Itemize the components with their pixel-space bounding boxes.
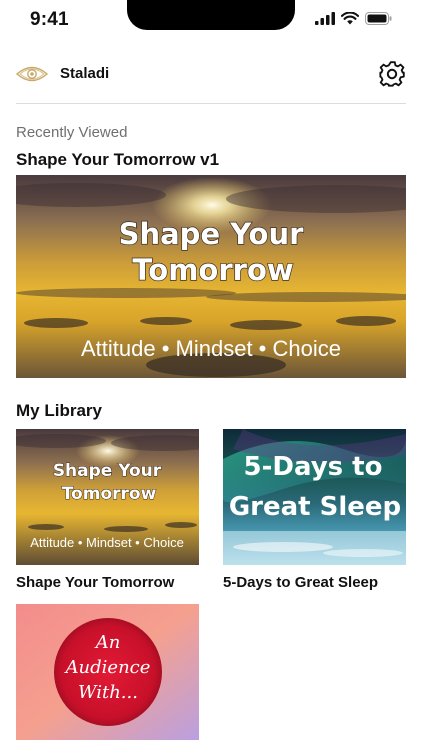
app-name: Staladi [60, 65, 110, 82]
cellular-signal-icon [315, 12, 335, 25]
thumb-title-line1: 5-Days to [244, 452, 383, 482]
recently-viewed-caption: Recently Viewed [16, 124, 128, 141]
library-item-shape-your-tomorrow[interactable]: Shape Your Tomorrow Attitude • Mindset •… [16, 429, 199, 591]
device-notch [127, 0, 295, 30]
recently-viewed-title: Shape Your Tomorrow v1 [16, 150, 220, 169]
library-thumbnail: Shape Your Tomorrow Attitude • Mindset •… [16, 429, 199, 565]
library-thumbnail: 5-Days to Great Sleep [223, 429, 406, 565]
hero-tagline: Attitude • Mindset • Choice [81, 336, 341, 361]
thumb-title-line1: An [94, 632, 121, 653]
library-item-5-days-to-great-sleep[interactable]: 5-Days to Great Sleep 5-Days to Great Sl… [223, 429, 406, 591]
library-thumbnail: An Audience With... [16, 604, 199, 740]
library-item-label: Shape Your Tomorrow [16, 574, 175, 591]
thumb-title-line2: Audience [64, 657, 151, 678]
status-time: 9:41 [30, 9, 69, 30]
hero-title-line2: Tomorrow [132, 253, 293, 287]
hero-title-line1: Shape Your [119, 217, 305, 251]
thumb-title-line3: With... [78, 682, 138, 703]
wifi-icon [341, 12, 359, 25]
eye-logo-icon [16, 66, 48, 82]
recently-viewed-card[interactable]: Shape Your Tomorrow Attitude • Mindset •… [16, 175, 406, 378]
library-item-an-audience-with[interactable]: An Audience With... [16, 604, 199, 749]
settings-button[interactable] [378, 60, 406, 88]
library-item-label: 5-Days to Great Sleep [223, 574, 379, 591]
my-library-title: My Library [16, 401, 102, 420]
app-header: Staladi [16, 56, 406, 96]
thumb-title-line2: Tomorrow [62, 484, 157, 504]
status-bar: 9:41 [0, 0, 422, 40]
recently-viewed-thumbnail: Shape Your Tomorrow Attitude • Mindset •… [16, 175, 406, 378]
thumb-tagline: Attitude • Mindset • Choice [30, 535, 184, 550]
status-icons [315, 12, 392, 25]
header-divider [16, 103, 406, 104]
thumb-title-line1: Shape Your [53, 461, 162, 481]
thumb-title-line2: Great Sleep [229, 492, 401, 522]
battery-icon [365, 12, 392, 25]
gear-icon [379, 61, 405, 87]
